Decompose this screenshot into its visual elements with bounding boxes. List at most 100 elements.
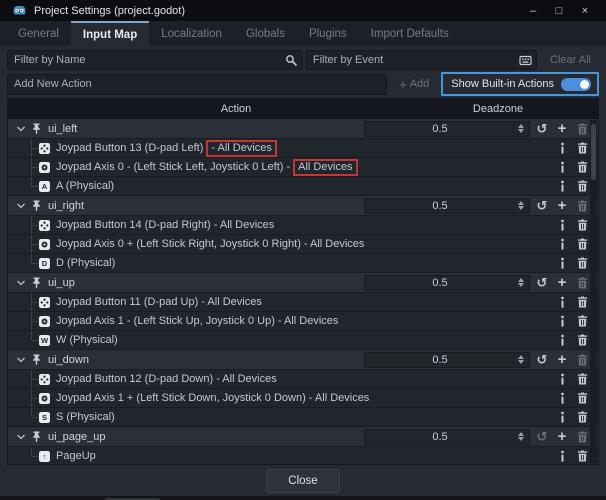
event-info-button[interactable] — [555, 160, 569, 175]
delete-event-button[interactable] — [575, 218, 589, 233]
event-info-button[interactable] — [555, 391, 569, 406]
filter-by-event-input[interactable] — [306, 50, 537, 70]
deadzone-spinbox[interactable]: 0.5 — [364, 352, 530, 368]
delete-action-button[interactable] — [575, 198, 589, 213]
event-row[interactable]: Joypad Button 11 (D-pad Up) - All Device… — [8, 293, 598, 312]
keyboard-key-icon: S — [39, 412, 50, 423]
event-row[interactable]: Joypad Axis 0 + (Left Stick Right, Joyst… — [8, 235, 598, 254]
collapse-chevron-icon[interactable] — [15, 354, 27, 366]
search-icon — [285, 54, 298, 67]
vertical-scrollbar[interactable] — [590, 120, 597, 463]
clear-all-button[interactable]: Clear All — [540, 54, 599, 66]
delete-event-button[interactable] — [575, 179, 589, 194]
event-row[interactable]: AA (Physical) — [8, 177, 598, 196]
action-row-ui_page_up[interactable]: ui_page_up0.5↺+ — [8, 427, 598, 447]
event-keyboard-icon[interactable] — [519, 54, 532, 67]
deadzone-spinbox[interactable]: 0.5 — [364, 429, 530, 445]
event-row[interactable]: DD (Physical) — [8, 254, 598, 273]
event-info-button[interactable] — [555, 314, 569, 329]
event-info-button[interactable] — [555, 333, 569, 348]
event-info-button[interactable] — [555, 372, 569, 387]
delete-event-button[interactable] — [575, 256, 589, 271]
show-builtin-toggle[interactable] — [561, 78, 591, 91]
delete-event-button[interactable] — [575, 314, 589, 329]
event-row[interactable]: Joypad Axis 0 - (Left Stick Left, Joysti… — [8, 158, 598, 177]
close-window-button[interactable]: × — [572, 0, 598, 21]
delete-action-button[interactable] — [575, 429, 589, 444]
event-info-button[interactable] — [555, 179, 569, 194]
delete-event-button[interactable] — [575, 295, 589, 310]
event-info-button[interactable] — [555, 256, 569, 271]
delete-event-button[interactable] — [575, 141, 589, 156]
delete-event-button[interactable] — [575, 160, 589, 175]
event-info-button[interactable] — [555, 449, 569, 464]
spinbox-arrows-icon[interactable] — [515, 355, 529, 364]
add-event-button[interactable]: + — [555, 198, 569, 213]
revert-action-button[interactable]: ↺ — [535, 275, 549, 290]
event-row[interactable]: WW (Physical) — [8, 331, 598, 350]
action-row-ui_left[interactable]: ui_left0.5↺+ — [8, 119, 598, 139]
tab-import-defaults[interactable]: Import Defaults — [359, 21, 461, 46]
close-dialog-button[interactable]: Close — [266, 469, 340, 493]
tab-general[interactable]: General — [6, 21, 71, 46]
delete-event-button[interactable] — [575, 237, 589, 252]
revert-action-button[interactable]: ↺ — [535, 429, 549, 444]
event-info-button[interactable] — [555, 237, 569, 252]
add-event-button[interactable]: + — [555, 429, 569, 444]
tab-globals[interactable]: Globals — [234, 21, 297, 46]
maximize-button[interactable]: □ — [546, 0, 572, 21]
delete-event-button[interactable] — [575, 333, 589, 348]
spinbox-arrows-icon[interactable] — [515, 432, 529, 441]
collapse-chevron-icon[interactable] — [15, 431, 27, 443]
add-event-button[interactable]: + — [555, 352, 569, 367]
event-info-button[interactable] — [555, 141, 569, 156]
deadzone-spinbox[interactable]: 0.5 — [364, 121, 530, 137]
tab-localization[interactable]: Localization — [149, 21, 234, 46]
annotation-highlight-box: All Devices — [293, 159, 357, 176]
delete-action-button[interactable] — [575, 121, 589, 136]
event-row[interactable]: Joypad Button 13 (D-pad Left)- All Devic… — [8, 139, 598, 158]
tab-plugins[interactable]: Plugins — [297, 21, 359, 46]
collapse-chevron-icon[interactable] — [15, 200, 27, 212]
event-row[interactable]: ↑PageUp — [8, 447, 598, 465]
spinbox-arrows-icon[interactable] — [515, 124, 529, 133]
spinbox-arrows-icon[interactable] — [515, 201, 529, 210]
delete-action-button[interactable] — [575, 352, 589, 367]
scrollbar-thumb[interactable] — [591, 124, 596, 180]
add-event-button[interactable]: + — [555, 121, 569, 136]
event-info-button[interactable] — [555, 218, 569, 233]
event-row[interactable]: Joypad Axis 1 - (Left Stick Up, Joystick… — [8, 312, 598, 331]
collapse-chevron-icon[interactable] — [15, 277, 27, 289]
delete-event-button[interactable] — [575, 372, 589, 387]
event-info-button[interactable] — [555, 410, 569, 425]
action-row-ui_up[interactable]: ui_up0.5↺+ — [8, 273, 598, 293]
spinbox-arrows-icon[interactable] — [515, 278, 529, 287]
deadzone-spinbox[interactable]: 0.5 — [364, 198, 530, 214]
event-row[interactable]: SS (Physical) — [8, 408, 598, 427]
revert-action-button[interactable]: ↺ — [535, 198, 549, 213]
collapse-chevron-icon[interactable] — [15, 123, 27, 135]
delete-action-button[interactable] — [575, 275, 589, 290]
minimize-button[interactable]: – — [520, 0, 546, 21]
add-new-action-input[interactable] — [7, 74, 387, 95]
add-event-button[interactable]: + — [555, 275, 569, 290]
revert-action-button[interactable]: ↺ — [535, 352, 549, 367]
event-row[interactable]: Joypad Button 14 (D-pad Right) - All Dev… — [8, 216, 598, 235]
deadzone-spinbox[interactable]: 0.5 — [364, 275, 530, 291]
tab-input-map[interactable]: Input Map — [71, 21, 149, 46]
joypad-button-icon — [39, 297, 50, 308]
action-row-ui_right[interactable]: ui_right0.5↺+ — [8, 196, 598, 216]
delete-event-button[interactable] — [575, 410, 589, 425]
input-map-panel: Clear All + Add Show Built-in Actions Ac… — [0, 46, 606, 496]
filter-by-name-input[interactable] — [7, 50, 303, 70]
delete-event-button[interactable] — [575, 449, 589, 464]
event-row[interactable]: Joypad Button 12 (D-pad Down) - All Devi… — [8, 370, 598, 389]
delete-event-button[interactable] — [575, 391, 589, 406]
action-row-ui_down[interactable]: ui_down0.5↺+ — [8, 350, 598, 370]
add-action-button[interactable]: + Add — [391, 74, 437, 95]
event-row[interactable]: Joypad Axis 1 + (Left Stick Down, Joysti… — [8, 389, 598, 408]
event-info-button[interactable] — [555, 295, 569, 310]
pin-icon — [31, 431, 42, 443]
deadzone-value: 0.5 — [365, 200, 515, 212]
revert-action-button[interactable]: ↺ — [535, 121, 549, 136]
